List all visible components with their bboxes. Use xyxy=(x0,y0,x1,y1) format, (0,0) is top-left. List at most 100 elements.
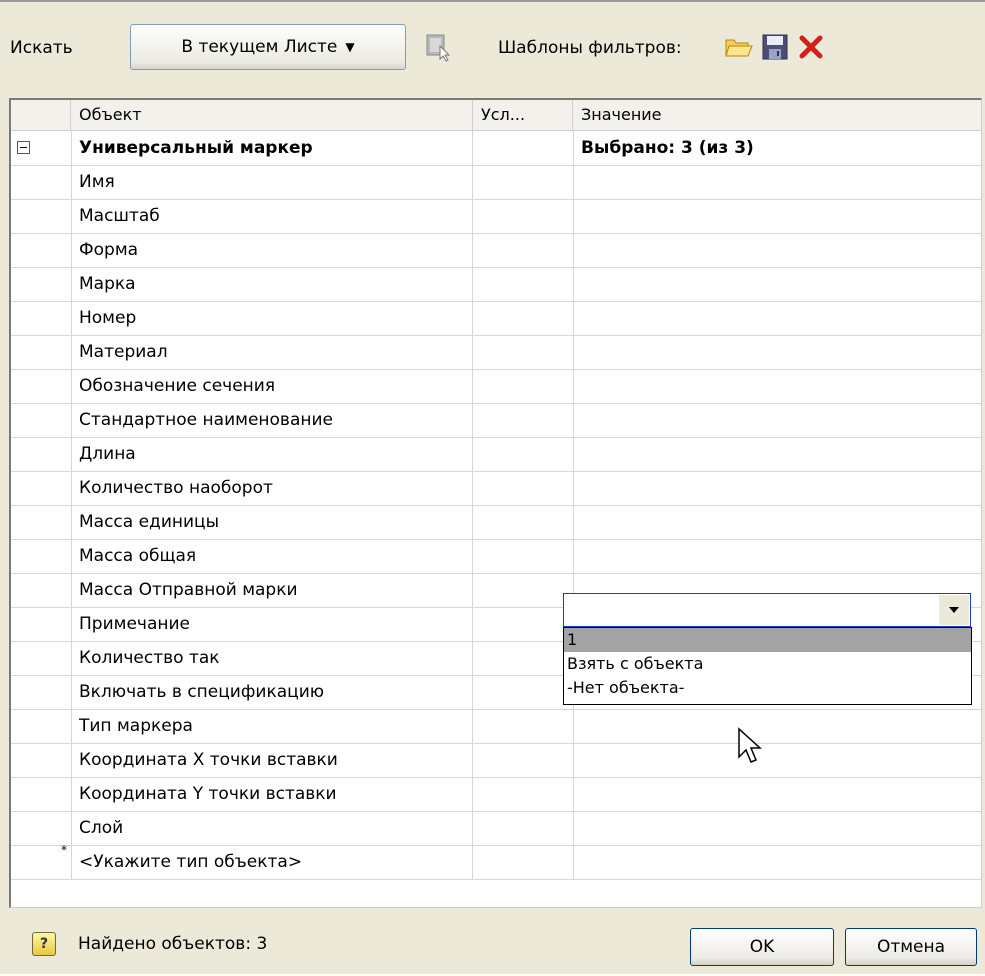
grid-header: Объект Усл... Значение xyxy=(11,100,981,131)
table-row[interactable]: Количество наоборот xyxy=(11,471,981,506)
row-header xyxy=(11,777,72,811)
condition-cell[interactable] xyxy=(473,471,574,505)
condition-cell[interactable] xyxy=(473,369,574,403)
value-cell[interactable] xyxy=(573,471,981,505)
value-cell[interactable] xyxy=(573,199,981,233)
table-row[interactable]: Масса общая xyxy=(11,539,981,574)
table-row[interactable]: Масса единицы xyxy=(11,505,981,540)
chevron-down-icon xyxy=(949,607,959,613)
table-row[interactable]: Масштаб xyxy=(11,199,981,234)
value-cell[interactable] xyxy=(573,165,981,199)
search-label: Искать xyxy=(10,38,73,58)
condition-cell[interactable] xyxy=(473,607,574,641)
row-header xyxy=(11,573,72,607)
table-row[interactable]: Марка xyxy=(11,267,981,302)
condition-cell[interactable] xyxy=(473,743,574,777)
object-cell: Количество так xyxy=(71,641,473,675)
object-cell: Координата Y точки вставки xyxy=(71,777,473,811)
column-header-object[interactable]: Объект xyxy=(71,100,473,130)
table-row[interactable]: Материал xyxy=(11,335,981,370)
row-header xyxy=(11,607,72,641)
help-icon[interactable]: ? xyxy=(32,932,56,956)
new-row-marker: * xyxy=(61,843,67,857)
combobox-dropdown-button[interactable] xyxy=(939,595,969,625)
cancel-button[interactable]: Отмена xyxy=(845,928,977,966)
condition-cell[interactable] xyxy=(473,165,574,199)
condition-cell[interactable] xyxy=(473,777,574,811)
dropdown-option[interactable]: -Нет объекта- xyxy=(564,676,971,700)
condition-cell[interactable] xyxy=(473,675,574,709)
column-header-condition[interactable]: Усл... xyxy=(473,100,573,130)
object-cell: Стандартное наименование xyxy=(71,403,473,437)
save-icon[interactable] xyxy=(760,32,790,62)
object-cell: Материал xyxy=(71,335,473,369)
table-row[interactable]: Слой xyxy=(11,811,981,846)
value-cell[interactable] xyxy=(573,811,981,845)
condition-cell[interactable] xyxy=(473,641,574,675)
value-cell[interactable] xyxy=(573,233,981,267)
table-row[interactable]: Тип маркера xyxy=(11,709,981,744)
table-row[interactable]: Форма xyxy=(11,233,981,268)
row-header xyxy=(11,505,72,539)
value-combobox[interactable] xyxy=(563,593,971,627)
dropdown-option[interactable]: 1 xyxy=(564,628,971,652)
object-cell: Координата X точки вставки xyxy=(71,743,473,777)
value-cell[interactable] xyxy=(573,743,981,777)
object-cell: Номер xyxy=(71,301,473,335)
condition-cell[interactable] xyxy=(473,335,574,369)
dropdown-option[interactable]: Взять с объекта xyxy=(564,652,971,676)
scope-dropdown-button[interactable]: В текущем Листе ▼ xyxy=(130,24,406,70)
object-cell: Тип маркера xyxy=(71,709,473,743)
value-cell[interactable] xyxy=(573,335,981,369)
row-header xyxy=(11,131,72,165)
table-row[interactable]: Номер xyxy=(11,301,981,336)
value-cell[interactable] xyxy=(573,437,981,471)
object-cell: Форма xyxy=(71,233,473,267)
value-cell[interactable] xyxy=(573,845,981,879)
table-row[interactable]: Длина xyxy=(11,437,981,472)
value-cell[interactable] xyxy=(573,267,981,301)
column-header-value[interactable]: Значение xyxy=(573,100,981,130)
condition-cell[interactable] xyxy=(473,131,574,165)
row-header xyxy=(11,199,72,233)
new-row-object-cell[interactable]: <Укажите тип объекта> xyxy=(71,845,473,879)
object-cell: Масса общая xyxy=(71,539,473,573)
new-row[interactable]: * <Укажите тип объекта> xyxy=(11,843,981,880)
condition-cell[interactable] xyxy=(473,199,574,233)
value-cell[interactable] xyxy=(573,539,981,573)
select-objects-icon[interactable] xyxy=(424,32,454,62)
condition-cell[interactable] xyxy=(473,233,574,267)
condition-cell[interactable] xyxy=(473,267,574,301)
condition-cell[interactable] xyxy=(473,437,574,471)
value-cell[interactable] xyxy=(573,403,981,437)
table-row[interactable]: Координата X точки вставки xyxy=(11,743,981,778)
delete-icon[interactable] xyxy=(796,32,826,62)
condition-cell[interactable] xyxy=(473,301,574,335)
filter-dialog: Искать В текущем Листе ▼ Шаблоны фильтро… xyxy=(0,0,985,974)
condition-cell[interactable] xyxy=(473,403,574,437)
value-cell[interactable] xyxy=(573,709,981,743)
ok-button[interactable]: OK xyxy=(690,928,834,966)
open-folder-icon[interactable] xyxy=(724,32,754,62)
row-header xyxy=(11,641,72,675)
condition-cell[interactable] xyxy=(473,811,574,845)
table-row[interactable]: Координата Y точки вставки xyxy=(11,777,981,812)
group-row[interactable]: Универсальный маркер Выбрано: 3 (из 3) xyxy=(11,131,981,166)
condition-cell[interactable] xyxy=(473,845,574,879)
value-cell[interactable] xyxy=(573,777,981,811)
table-row[interactable]: Обозначение сечения xyxy=(11,369,981,404)
row-header xyxy=(11,471,72,505)
object-cell: Примечание xyxy=(71,607,473,641)
toolbar: Искать В текущем Листе ▼ Шаблоны фильтро… xyxy=(0,2,985,90)
group-value-cell: Выбрано: 3 (из 3) xyxy=(581,138,754,158)
collapse-icon[interactable] xyxy=(17,141,30,154)
table-row[interactable]: Имя xyxy=(11,165,981,200)
condition-cell[interactable] xyxy=(473,573,574,607)
condition-cell[interactable] xyxy=(473,709,574,743)
value-cell[interactable] xyxy=(573,301,981,335)
table-row[interactable]: Стандартное наименование xyxy=(11,403,981,438)
condition-cell[interactable] xyxy=(473,539,574,573)
value-cell[interactable] xyxy=(573,369,981,403)
value-cell[interactable] xyxy=(573,505,981,539)
condition-cell[interactable] xyxy=(473,505,574,539)
